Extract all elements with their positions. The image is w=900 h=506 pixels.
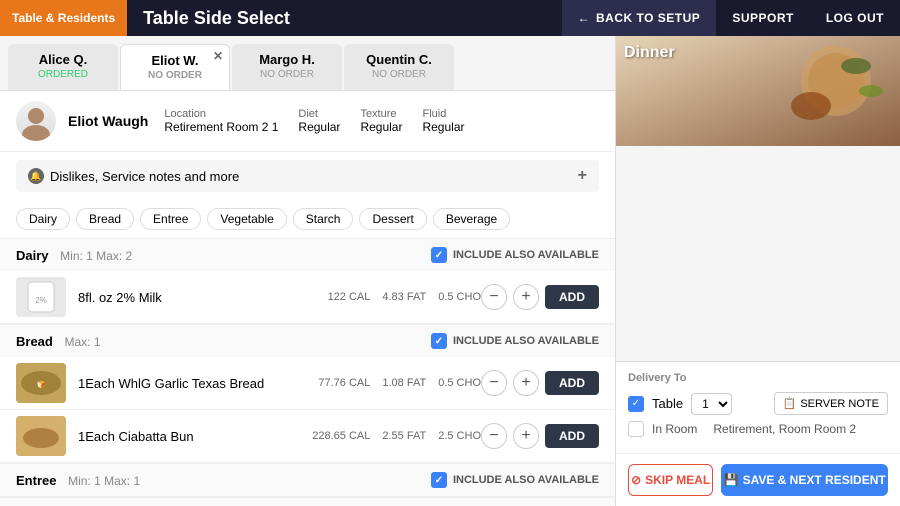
skip-icon: ⊘ bbox=[631, 473, 641, 487]
milk-nutrition: 122 CAL 4.83 FAT 0.5 CHO bbox=[328, 291, 481, 303]
note-icon: 📋 bbox=[783, 397, 797, 410]
section-bread-title: Bread bbox=[16, 334, 53, 349]
filter-starch[interactable]: Starch bbox=[293, 208, 354, 230]
garlic-bread-controls: − + ADD bbox=[481, 370, 599, 396]
filter-bread[interactable]: Bread bbox=[76, 208, 134, 230]
resident-name: Eliot Waugh bbox=[68, 113, 148, 129]
garlic-bread-thumb: 🍞 bbox=[16, 363, 66, 403]
garlic-bread-nutrition: 77.76 CAL 1.08 FAT 0.5 CHO bbox=[318, 377, 481, 389]
ciabatta-thumb bbox=[16, 416, 66, 456]
save-next-resident-button[interactable]: 💾 SAVE & NEXT RESIDENT bbox=[721, 464, 888, 496]
table-number-select[interactable]: 1 2 3 bbox=[691, 393, 732, 415]
section-entree: Entree Min: 1 Max: 1 ✓ INCLUDE ALSO AVAI… bbox=[0, 463, 615, 496]
tab-eliot[interactable]: ✕ Eliot W. NO ORDER bbox=[120, 44, 230, 90]
milk-plus-button[interactable]: + bbox=[513, 284, 539, 310]
entree-include-checkbox[interactable]: ✓ bbox=[431, 472, 447, 488]
right-panel: Dinner Delivery To ✓ Table 1 2 3 📋 SERVE… bbox=[615, 36, 900, 506]
section-bread-limits: Max: 1 bbox=[64, 335, 100, 349]
app-header: Table & Residents Table Side Select ← BA… bbox=[0, 0, 900, 36]
resident-diet: Diet Regular bbox=[298, 108, 340, 134]
server-note-button[interactable]: 📋 SERVER NOTE bbox=[774, 392, 888, 415]
in-room-delivery-row: In Room Retirement, Room Room 2 bbox=[628, 421, 888, 437]
avatar bbox=[16, 101, 56, 141]
table-label: Table bbox=[652, 396, 683, 411]
filter-dessert[interactable]: Dessert bbox=[359, 208, 426, 230]
milk-controls: − + ADD bbox=[481, 284, 599, 310]
section-dairy: Dairy Min: 1 Max: 2 ✓ INCLUDE ALSO AVAIL… bbox=[0, 238, 615, 324]
filter-tags: Dairy Bread Entree Vegetable Starch Dess… bbox=[0, 200, 615, 238]
tab-quentin[interactable]: Quentin C. NO ORDER bbox=[344, 44, 454, 90]
logout-button[interactable]: LOG OUT bbox=[810, 0, 900, 36]
ciabatta-nutrition: 228.65 CAL 2.55 FAT 2.5 CHO bbox=[312, 430, 481, 442]
svg-text:🍞: 🍞 bbox=[37, 380, 46, 389]
save-icon: 💾 bbox=[724, 473, 739, 487]
ciabatta-plus-button[interactable]: + bbox=[513, 423, 539, 449]
milk-name: 8fl. oz 2% Milk bbox=[78, 290, 320, 305]
resident-fluid: Fluid Regular bbox=[422, 108, 464, 134]
milk-add-button[interactable]: ADD bbox=[545, 285, 599, 309]
milk-minus-button[interactable]: − bbox=[481, 284, 507, 310]
food-item-garlic-bread: 🍞 1Each WhlG Garlic Texas Bread 77.76 CA… bbox=[0, 357, 615, 410]
filter-entree[interactable]: Entree bbox=[140, 208, 201, 230]
tab-margo[interactable]: Margo H. NO ORDER bbox=[232, 44, 342, 90]
section-entree-title: Entree bbox=[16, 473, 56, 488]
delivery-title: Delivery To bbox=[628, 372, 888, 384]
table-delivery-row: ✓ Table 1 2 3 📋 SERVER NOTE bbox=[628, 392, 888, 415]
in-room-label: In Room bbox=[652, 422, 697, 436]
delivery-section: Delivery To ✓ Table 1 2 3 📋 SERVER NOTE … bbox=[616, 361, 900, 453]
section-dairy-limits: Min: 1 Max: 2 bbox=[60, 249, 132, 263]
main-layout: Alice Q. ORDERED ✕ Eliot W. NO ORDER Mar… bbox=[0, 36, 900, 506]
nutrient-summary: NUTRIENT SUMMARY CALORIES 1080.51 FAT 41… bbox=[0, 496, 615, 506]
support-button[interactable]: SUPPORT bbox=[716, 0, 810, 36]
notes-bar-text: Dislikes, Service notes and more bbox=[50, 169, 239, 184]
dairy-include-available[interactable]: ✓ INCLUDE ALSO AVAILABLE bbox=[431, 247, 599, 263]
notes-icon: 🔔 bbox=[28, 168, 44, 184]
bread-include-checkbox[interactable]: ✓ bbox=[431, 333, 447, 349]
in-room-value: Retirement, Room Room 2 bbox=[713, 422, 856, 436]
resident-location: Location Retirement Room 2 1 bbox=[164, 108, 278, 134]
right-content bbox=[616, 146, 900, 361]
resident-info: Eliot Waugh Location Retirement Room 2 1… bbox=[0, 91, 615, 152]
action-buttons: ⊘ SKIP MEAL 💾 SAVE & NEXT RESIDENT bbox=[616, 453, 900, 506]
ciabatta-minus-button[interactable]: − bbox=[481, 423, 507, 449]
garlic-bread-add-button[interactable]: ADD bbox=[545, 371, 599, 395]
bread-include-available[interactable]: ✓ INCLUDE ALSO AVAILABLE bbox=[431, 333, 599, 349]
dinner-image: Dinner bbox=[616, 36, 900, 146]
food-item-milk: 2% 8fl. oz 2% Milk 122 CAL 4.83 FAT 0.5 … bbox=[0, 271, 615, 324]
garlic-bread-plus-button[interactable]: + bbox=[513, 370, 539, 396]
garlic-bread-name: 1Each WhlG Garlic Texas Bread bbox=[78, 376, 310, 391]
tab-alice[interactable]: Alice Q. ORDERED bbox=[8, 44, 118, 90]
section-entree-limits: Min: 1 Max: 1 bbox=[68, 474, 140, 488]
ciabatta-controls: − + ADD bbox=[481, 423, 599, 449]
resident-tabs: Alice Q. ORDERED ✕ Eliot W. NO ORDER Mar… bbox=[0, 36, 615, 91]
header-nav: ← BACK TO SETUP SUPPORT LOG OUT bbox=[562, 0, 900, 36]
section-dairy-title: Dairy bbox=[16, 248, 49, 263]
notes-bar[interactable]: 🔔 Dislikes, Service notes and more + bbox=[16, 160, 599, 192]
ciabatta-add-button[interactable]: ADD bbox=[545, 424, 599, 448]
food-item-ciabatta: 1Each Ciabatta Bun 228.65 CAL 2.55 FAT 2… bbox=[0, 410, 615, 463]
dairy-include-checkbox[interactable]: ✓ bbox=[431, 247, 447, 263]
entree-include-available[interactable]: ✓ INCLUDE ALSO AVAILABLE bbox=[431, 472, 599, 488]
garlic-bread-minus-button[interactable]: − bbox=[481, 370, 507, 396]
svg-text:2%: 2% bbox=[35, 296, 47, 305]
brand-label: Table & Residents bbox=[0, 0, 127, 36]
skip-meal-button[interactable]: ⊘ SKIP MEAL bbox=[628, 464, 713, 496]
close-tab-icon[interactable]: ✕ bbox=[213, 49, 223, 63]
left-panel: Alice Q. ORDERED ✕ Eliot W. NO ORDER Mar… bbox=[0, 36, 615, 506]
filter-dairy[interactable]: Dairy bbox=[16, 208, 70, 230]
filter-beverage[interactable]: Beverage bbox=[433, 208, 510, 230]
back-to-setup-button[interactable]: ← BACK TO SETUP bbox=[562, 0, 717, 36]
page-title: Table Side Select bbox=[127, 8, 561, 29]
back-arrow-icon: ← bbox=[578, 11, 591, 25]
table-checkbox[interactable]: ✓ bbox=[628, 396, 644, 412]
ciabatta-name: 1Each Ciabatta Bun bbox=[78, 429, 304, 444]
notes-expand-icon[interactable]: + bbox=[578, 167, 587, 185]
milk-thumb: 2% bbox=[16, 277, 66, 317]
filter-vegetable[interactable]: Vegetable bbox=[207, 208, 286, 230]
meal-label: Dinner bbox=[624, 44, 675, 62]
resident-texture: Texture Regular bbox=[360, 108, 402, 134]
in-room-checkbox[interactable] bbox=[628, 421, 644, 437]
section-bread: Bread Max: 1 ✓ INCLUDE ALSO AVAILABLE 🍞 … bbox=[0, 324, 615, 463]
